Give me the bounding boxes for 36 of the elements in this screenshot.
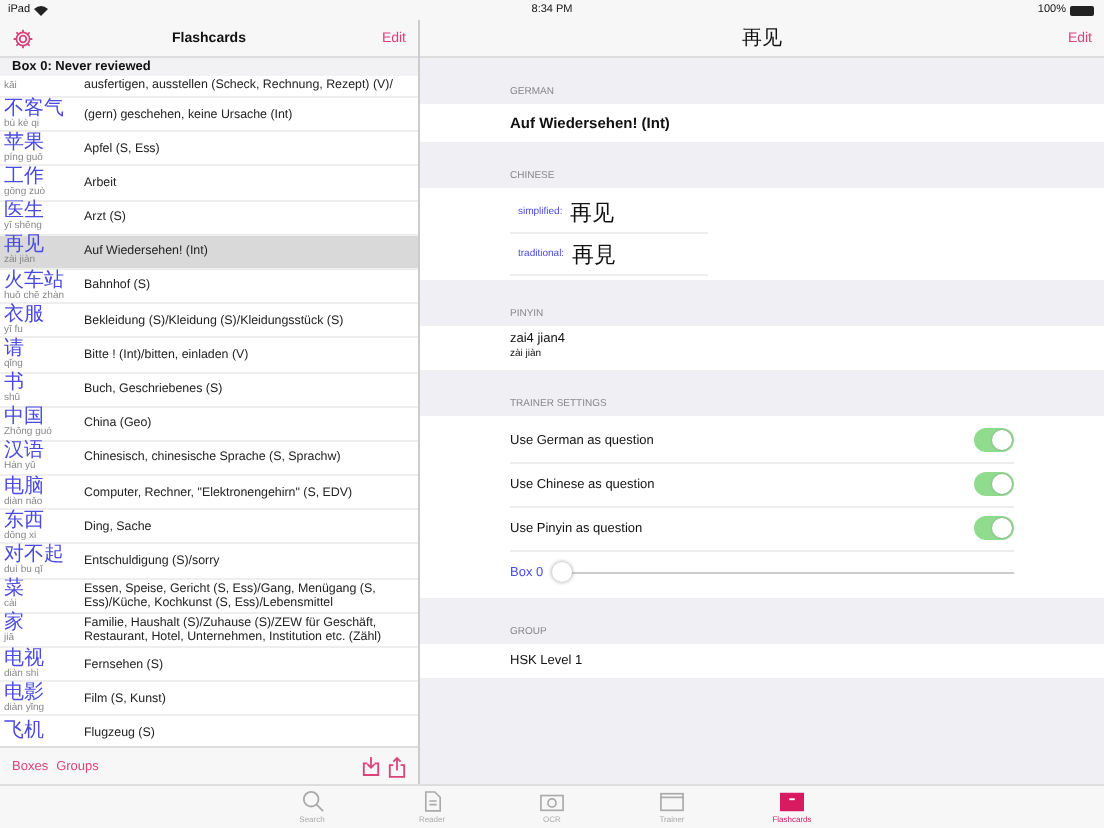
hanzi-text: 家 xyxy=(4,614,26,635)
hanzi-text: 电视 xyxy=(4,649,46,670)
hanzi-text: 不客气 xyxy=(4,99,66,120)
detail-title: 再见 xyxy=(742,26,782,52)
hanzi-text: 东西 xyxy=(4,511,46,532)
hanzi-text: 菜 xyxy=(4,580,26,601)
document-icon xyxy=(423,790,441,812)
toggle-switch[interactable] xyxy=(974,516,1014,541)
hanzi-text: 苹果 xyxy=(4,133,46,154)
hanzi-text: 对不起 xyxy=(4,546,66,567)
share-icon[interactable] xyxy=(388,755,406,777)
card-icon xyxy=(660,791,684,811)
hanzi-text: 中国 xyxy=(4,408,44,429)
hanzi-text: 飞机 xyxy=(4,722,46,743)
hanzi-text: 电影 xyxy=(4,683,46,704)
hanzi-text: 火车站 xyxy=(4,271,66,292)
hanzi-text: 医生 xyxy=(4,202,46,223)
hanzi-text: 工作 xyxy=(4,167,44,188)
toggle-switch[interactable] xyxy=(974,428,1014,453)
hanzi-text: 再见 xyxy=(4,236,46,257)
battery-icon xyxy=(1070,5,1096,15)
settings-icon[interactable] xyxy=(12,27,34,49)
wifi-icon xyxy=(34,5,49,15)
hanzi-text: 请 xyxy=(4,339,26,360)
hanzi-text: 衣服 xyxy=(4,305,46,326)
box-icon xyxy=(780,791,804,811)
slider-thumb[interactable] xyxy=(551,562,572,583)
simplified-text: 再见 xyxy=(570,197,615,227)
toggle-switch[interactable] xyxy=(974,472,1014,497)
hanzi-text: 书 xyxy=(4,374,26,395)
camera-icon xyxy=(540,791,564,811)
hanzi-text: 电脑 xyxy=(4,477,46,498)
search-icon xyxy=(301,790,323,812)
traditional-text: 再見 xyxy=(572,239,617,269)
download-icon[interactable] xyxy=(362,756,380,776)
hanzi-text: 汉语 xyxy=(4,442,46,463)
